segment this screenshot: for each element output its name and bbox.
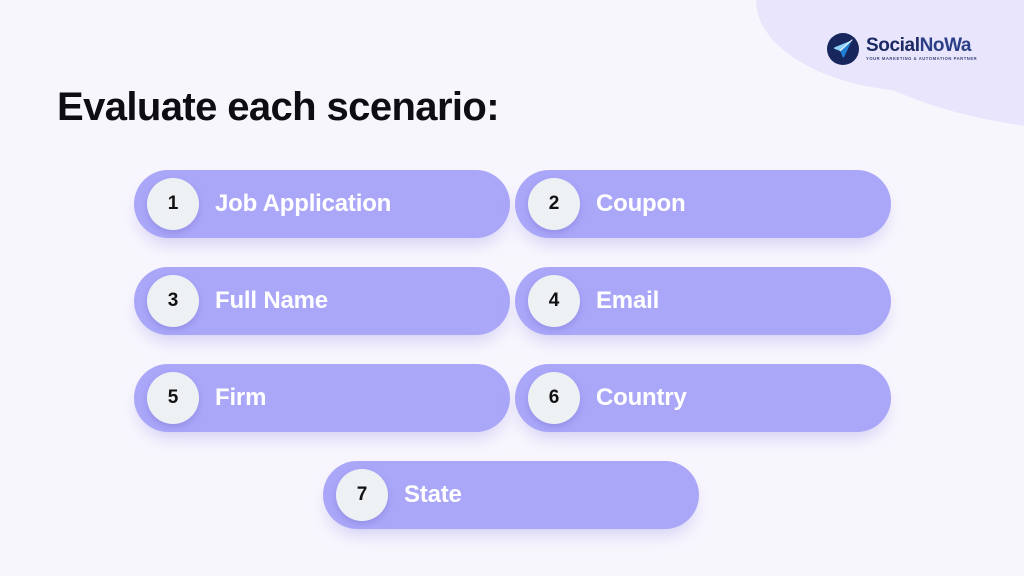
scenario-row-2: 3 Full Name 4 Email (0, 267, 1024, 335)
scenario-row-1: 1 Job Application 2 Coupon (0, 170, 1024, 238)
scenario-number-badge: 7 (336, 469, 388, 521)
logo-wordmark-part1: Social (866, 35, 920, 57)
scenario-item-6[interactable]: 6 Country (515, 364, 891, 432)
scenario-label: State (404, 481, 462, 508)
scenario-list: 1 Job Application 2 Coupon 3 Full Name 4… (0, 170, 1024, 529)
scenario-item-7[interactable]: 7 State (323, 461, 699, 529)
brand-logo: SocialNoWa YOUR MARKETING & AUTOMATION P… (827, 33, 978, 65)
logo-text-block: SocialNoWa YOUR MARKETING & AUTOMATION P… (866, 36, 978, 62)
scenario-label: Job Application (215, 190, 392, 217)
scenario-label: Full Name (215, 287, 328, 314)
scenario-label: Email (596, 287, 660, 314)
scenario-item-3[interactable]: 3 Full Name (134, 267, 510, 335)
scenario-label: Coupon (596, 190, 686, 217)
scenario-number-badge: 3 (147, 275, 199, 327)
scenario-item-5[interactable]: 5 Firm (134, 364, 510, 432)
logo-wordmark-part2: NoWa (919, 35, 972, 57)
scenario-number-badge: 4 (528, 275, 580, 327)
scenario-label: Country (596, 384, 687, 411)
scenario-item-2[interactable]: 2 Coupon (515, 170, 891, 238)
slide-canvas: SocialNoWa YOUR MARKETING & AUTOMATION P… (0, 0, 1024, 576)
scenario-number-badge: 5 (147, 372, 199, 424)
logo-wordmark: SocialNoWa (866, 36, 975, 55)
scenario-row-3: 5 Firm 6 Country (0, 364, 1024, 432)
scenario-number-badge: 2 (528, 178, 580, 230)
scenario-number-badge: 1 (147, 178, 199, 230)
scenario-row-4: 7 State (0, 461, 1024, 529)
scenario-label: Firm (215, 384, 267, 411)
decorative-blob-large (709, 0, 1024, 172)
scenario-item-1[interactable]: 1 Job Application (134, 170, 510, 238)
paper-plane-icon (827, 33, 859, 65)
logo-tagline: YOUR MARKETING & AUTOMATION PARTNER (866, 56, 978, 62)
scenario-number-badge: 6 (528, 372, 580, 424)
scenario-item-4[interactable]: 4 Email (515, 267, 891, 335)
page-title: Evaluate each scenario: (57, 85, 500, 129)
